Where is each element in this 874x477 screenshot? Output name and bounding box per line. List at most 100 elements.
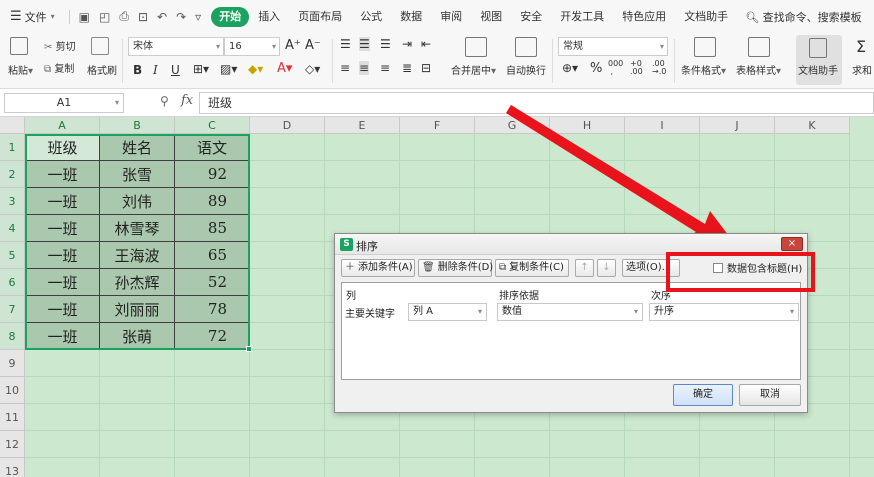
wrap-text-button[interactable]: 自动换行 <box>506 62 546 77</box>
format-painter-button[interactable]: 格式刷 <box>87 62 117 77</box>
add-condition-button[interactable]: ＋添加条件(A) <box>341 259 415 277</box>
tab-data[interactable]: 数据 <box>391 7 431 27</box>
cell-b1[interactable]: 姓名 <box>100 134 175 161</box>
column-header-g[interactable]: G <box>475 117 550 134</box>
move-down-button[interactable]: ↓ <box>597 259 616 277</box>
cell-c1[interactable]: 语文 <box>175 134 250 161</box>
row-header-1[interactable]: 1 <box>0 134 25 161</box>
align-center-icon[interactable]: ≡ <box>359 61 370 75</box>
column-header-e[interactable]: E <box>325 117 400 134</box>
font-size-select[interactable]: 16 ▾ <box>224 37 280 56</box>
sum-icon[interactable]: Σ <box>856 37 866 56</box>
tab-home[interactable]: 开始 <box>211 6 250 27</box>
align-right-icon[interactable]: ≡ <box>380 61 390 75</box>
row-header-5[interactable]: 5 <box>0 242 25 269</box>
tab-formulas[interactable]: 公式 <box>351 7 391 27</box>
decrease-font-icon[interactable]: A⁻ <box>305 38 321 53</box>
print-preview-icon[interactable]: ◰ <box>99 10 110 24</box>
tab-features[interactable]: 特色应用 <box>613 7 675 27</box>
conditional-format-button[interactable]: 条件格式▾ <box>681 62 726 77</box>
row-header-13[interactable]: 13 <box>0 458 25 477</box>
delete-condition-button[interactable]: 🗑︎ 删除条件(D) <box>418 259 493 277</box>
doc-assistant-button[interactable]: 文档助手 <box>796 35 842 85</box>
cell-a5[interactable]: 一班 <box>25 242 100 269</box>
merge-center-icon[interactable] <box>465 37 487 57</box>
cell-a6[interactable]: 一班 <box>25 269 100 296</box>
tab-security[interactable]: 安全 <box>511 7 551 27</box>
cell-c4[interactable]: 85 <box>175 215 250 242</box>
conditional-format-icon[interactable] <box>694 37 716 57</box>
row-header-6[interactable]: 6 <box>0 269 25 296</box>
copy-condition-button[interactable]: ⧉ 复制条件(C) <box>495 259 569 277</box>
file-menu[interactable]: ☰ 文件 ▾ <box>0 0 61 33</box>
underline-icon[interactable]: U <box>171 63 180 77</box>
cut-button[interactable]: ✂ 剪切 <box>44 38 76 53</box>
decrease-decimal-icon[interactable]: .00 →.0 <box>652 60 666 76</box>
table-style-button[interactable]: 表格样式▾ <box>736 62 781 77</box>
row-header-7[interactable]: 7 <box>0 296 25 323</box>
tab-review[interactable]: 审阅 <box>431 7 471 27</box>
column-header-f[interactable]: F <box>400 117 475 134</box>
cell-b6[interactable]: 孙杰辉 <box>100 269 175 296</box>
increase-decimal-icon[interactable]: +0.00 <box>630 60 643 76</box>
options-button[interactable]: 选项(O)... <box>622 259 680 277</box>
cell-b4[interactable]: 林雪琴 <box>100 215 175 242</box>
customize-icon[interactable]: ▿ <box>195 10 201 24</box>
align-middle-icon[interactable]: ☰ <box>359 37 370 51</box>
row-header-8[interactable]: 8 <box>0 323 25 350</box>
row-header-2[interactable]: 2 <box>0 161 25 188</box>
formula-input[interactable]: 班级 <box>199 92 874 114</box>
cell-c7[interactable]: 78 <box>175 296 250 323</box>
number-format-select[interactable]: 常规 ▾ <box>558 37 668 56</box>
cell-a1[interactable]: 班级 <box>25 134 100 161</box>
increase-font-icon[interactable]: A⁺ <box>285 38 301 53</box>
column-header-k[interactable]: K <box>775 117 850 134</box>
dialog-titlebar[interactable]: S 排序 × <box>335 234 807 255</box>
tab-developer[interactable]: 开发工具 <box>551 7 613 27</box>
select-all-corner[interactable] <box>0 117 25 134</box>
row-header-12[interactable]: 12 <box>0 431 25 458</box>
save-icon[interactable]: ▣ <box>79 10 90 24</box>
bold-icon[interactable]: B <box>133 63 142 77</box>
redo-icon[interactable]: ↷ <box>176 10 186 24</box>
header-checkbox[interactable] <box>713 263 723 273</box>
currency-icon[interactable]: ⊕▾ <box>562 61 578 75</box>
format-painter-icon[interactable] <box>91 37 109 55</box>
cell-a3[interactable]: 一班 <box>25 188 100 215</box>
cell-a7[interactable]: 一班 <box>25 296 100 323</box>
fill-handle[interactable] <box>246 346 252 352</box>
distribute-icon[interactable]: ⊟ <box>421 61 431 75</box>
cell-b5[interactable]: 王海波 <box>100 242 175 269</box>
sort-on-select[interactable]: 数值 ▾ <box>497 303 643 321</box>
row-header-9[interactable]: 9 <box>0 350 25 377</box>
undo-icon[interactable]: ↶ <box>157 10 167 24</box>
sum-button[interactable]: 求和 <box>852 62 872 77</box>
fill-color-icon[interactable]: ◆▾ <box>248 62 263 76</box>
column-header-d[interactable]: D <box>250 117 325 134</box>
copy-button[interactable]: ⧉ 复制 <box>44 60 74 75</box>
cell-c5[interactable]: 65 <box>175 242 250 269</box>
row-header-3[interactable]: 3 <box>0 188 25 215</box>
cell-a2[interactable]: 一班 <box>25 161 100 188</box>
tab-insert[interactable]: 插入 <box>249 7 289 27</box>
column-header-c[interactable]: C <box>175 117 250 134</box>
zoom-icon[interactable]: ⚲ <box>160 94 169 108</box>
clear-format-icon[interactable]: ◇▾ <box>305 62 320 76</box>
align-bottom-icon[interactable]: ☰ <box>380 37 391 51</box>
cell-b7[interactable]: 刘丽丽 <box>100 296 175 323</box>
outdent-icon[interactable]: ⇤ <box>421 37 431 51</box>
cell-a4[interactable]: 一班 <box>25 215 100 242</box>
italic-icon[interactable]: I <box>153 63 158 77</box>
column-header-j[interactable]: J <box>700 117 775 134</box>
column-header-b[interactable]: B <box>100 117 175 134</box>
ok-button[interactable]: 确定 <box>673 384 733 406</box>
cancel-button[interactable]: 取消 <box>739 384 801 406</box>
command-search[interactable]: 🔍︎ 查找命令、搜索模板 <box>745 9 861 25</box>
font-name-select[interactable]: 宋体 ▾ <box>128 37 224 56</box>
print-icon[interactable]: ⎙ <box>119 9 129 24</box>
cell-b2[interactable]: 张雪 <box>100 161 175 188</box>
paste-icon[interactable] <box>10 37 28 55</box>
justify-icon[interactable]: ≣ <box>402 61 412 75</box>
thousands-icon[interactable]: 000 , <box>608 60 623 76</box>
cell-c8[interactable]: 72 <box>175 323 250 350</box>
